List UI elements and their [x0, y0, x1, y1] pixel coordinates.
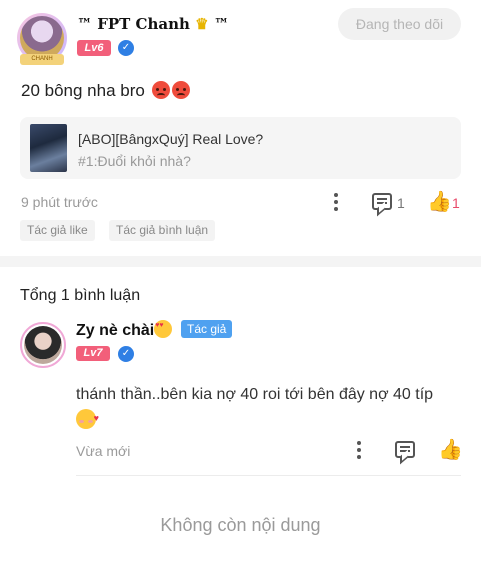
post-card: CHANH ™ FPT Chanh ♛ ™ Lv6 ✓ Đang theo dõ… — [0, 0, 481, 256]
author-tag: Tác giả — [181, 320, 233, 338]
comment-count: 1 — [397, 195, 405, 211]
more-vertical-icon[interactable] — [356, 441, 362, 461]
post-content: 20 bông nha bro — [21, 81, 190, 101]
story-cover-image — [30, 124, 67, 172]
reply-icon[interactable] — [395, 441, 415, 458]
smiling-hearts-emoji-icon — [76, 405, 99, 431]
section-divider — [0, 256, 481, 267]
comment-divider — [76, 475, 461, 476]
like-count: 1 — [452, 195, 460, 211]
angry-face-emoji-icon — [171, 81, 190, 99]
thumbs-up-icon[interactable]: 👍 — [427, 192, 452, 212]
commenter-username[interactable]: Zy nè chài — [76, 320, 173, 340]
author-liked-tag: Tác giả like — [20, 220, 95, 241]
username-suffix: ™ — [213, 15, 229, 33]
story-chapter: #1:Đuổi khỏi nhà? — [78, 153, 191, 169]
commenter-name: Zy nè chài — [76, 322, 155, 339]
following-button[interactable]: Đang theo dõi — [338, 8, 461, 40]
avatar-frame-label: CHANH — [20, 54, 64, 65]
story-title: [ABO][BângxQuý] Real Love? — [78, 131, 264, 147]
author-commented-tag: Tác giả bình luận — [109, 220, 216, 241]
more-vertical-icon[interactable] — [333, 193, 339, 213]
heart-eyes-emoji-icon — [154, 320, 173, 338]
crown-icon: ♛ — [195, 15, 209, 33]
comment-icon[interactable] — [372, 193, 392, 210]
poster-username[interactable]: ™ FPT Chanh ♛ ™ — [77, 15, 229, 33]
level-badge: Lv6 — [77, 40, 111, 56]
post-text: 20 bông nha bro — [21, 81, 145, 100]
thumbs-up-icon[interactable]: 👍 — [438, 440, 463, 460]
comment-timestamp: Vừa mới — [76, 443, 131, 459]
commenter-avatar[interactable] — [20, 322, 66, 368]
comment-text: thánh thần..bên kia nợ 40 roi tới bên đâ… — [76, 382, 466, 434]
username-text: ™ FPT Chanh — [77, 15, 190, 33]
linked-story-card[interactable]: [ABO][BângxQuý] Real Love? #1:Đuổi khỏi … — [20, 117, 461, 179]
angry-face-emoji-icon — [151, 81, 170, 99]
verified-icon: ✓ — [118, 40, 134, 56]
post-timestamp: 9 phút trước — [21, 194, 98, 210]
commenter-level-badge: Lv7 — [76, 346, 110, 361]
comment-total: Tổng 1 bình luận — [20, 287, 141, 304]
end-of-content-label: Không còn nội dung — [160, 515, 321, 535]
comment-body: thánh thần..bên kia nợ 40 roi tới bên đâ… — [76, 386, 434, 403]
verified-icon: ✓ — [118, 346, 134, 362]
